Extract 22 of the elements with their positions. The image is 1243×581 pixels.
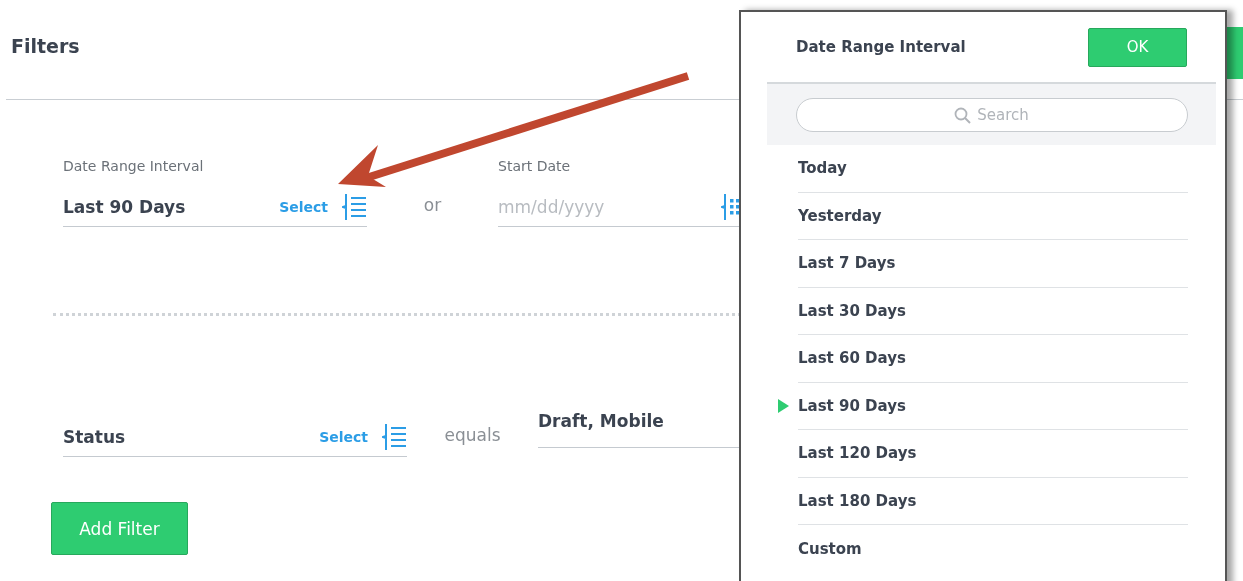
list-item[interactable]: Last 7 Days — [778, 240, 1188, 288]
field-value: Last 90 Days — [63, 197, 186, 217]
list-item[interactable]: Last 90 Days — [778, 382, 1188, 430]
list-item[interactable]: Today — [778, 145, 1188, 193]
page-title: Filters — [11, 34, 80, 57]
field-label: Date Range Interval — [63, 158, 205, 174]
list-icon[interactable] — [342, 193, 367, 221]
field-label: Status — [63, 427, 126, 447]
list-item[interactable]: Last 30 Days — [778, 287, 1188, 335]
popup-title: Date Range Interval — [796, 38, 966, 56]
list-item[interactable]: Custom — [778, 525, 1188, 573]
search-icon — [954, 107, 971, 124]
search-field[interactable]: Search — [796, 98, 1188, 132]
operator-text: equals — [443, 425, 502, 447]
list-icon[interactable] — [382, 423, 407, 451]
list-item[interactable]: Last 180 Days — [778, 477, 1188, 525]
list-item[interactable]: Last 60 Days — [778, 335, 1188, 383]
list-item[interactable]: Yesterday — [778, 192, 1188, 240]
field-label: Start Date — [498, 158, 572, 174]
list-item[interactable]: Last 120 Days — [778, 430, 1188, 478]
or-text: or — [422, 195, 443, 217]
field-value: Draft, Mobile — [538, 411, 664, 431]
